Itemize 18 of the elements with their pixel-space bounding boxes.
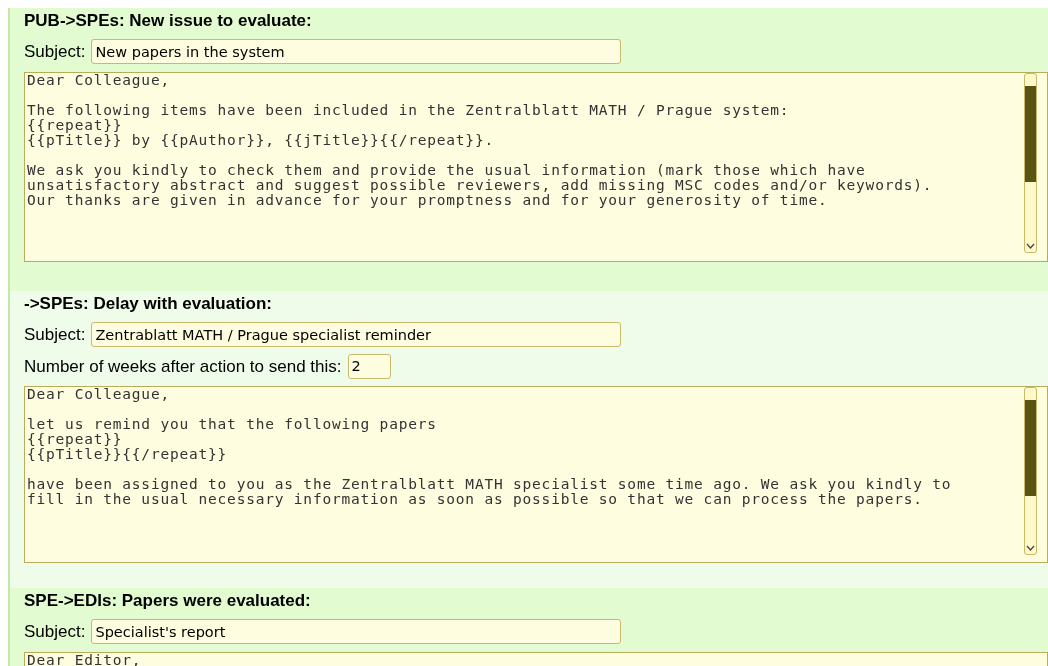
section-heading: ->SPEs: Delay with evaluation:: [24, 293, 273, 315]
message-body-field[interactable]: Dear Editor,: [24, 651, 1048, 666]
section-heading: SPE->EDIs: Papers were evaluated:: [24, 590, 312, 612]
weeks-field[interactable]: 2: [347, 353, 391, 379]
message-body-field[interactable]: Dear Colleague, The following items have been included in the Zentralblatt MATH / Prague system: {{repeat}} {{pTitle}} by {{pAuthor}}, {{jTitle}}{{/repeat}}. We ask you kindly to check them and provide the usual information (mark those which have unsatisfactory abstract and suggest possible reviewers, add missing MSC codes and/or keywords). Our thanks are given in advance for your promptness and for your generosity of time.: [24, 71, 1048, 262]
chevron-down-icon: [1026, 241, 1035, 250]
subject-field[interactable]: New papers in the system: [91, 39, 622, 65]
scrollbar[interactable]: [1024, 72, 1037, 253]
scrollbar[interactable]: [1024, 387, 1037, 555]
subject-field[interactable]: Specialist's report: [91, 619, 622, 645]
field-label: Subject:: [24, 41, 86, 63]
field-label: Number of weeks after action to send this:: [24, 355, 342, 378]
message-body-field[interactable]: Dear Colleague, let us remind you that the following papers {{repeat}} {{pTitle}}{{/repeat}} have been assigned to you as the Zentralblatt MATH specialist some time ago. We ask you kindly to fill in the usual necessary information as soon as possible so that we can process the papers.: [24, 386, 1048, 563]
section-heading: PUB->SPEs: New issue to evaluate:: [24, 10, 313, 32]
subject-field[interactable]: Zentrablatt MATH / Prague specialist reminder: [91, 322, 622, 348]
field-label: Subject:: [24, 621, 86, 643]
chevron-down-icon: [1026, 544, 1035, 552]
field-label: Subject:: [24, 324, 86, 346]
